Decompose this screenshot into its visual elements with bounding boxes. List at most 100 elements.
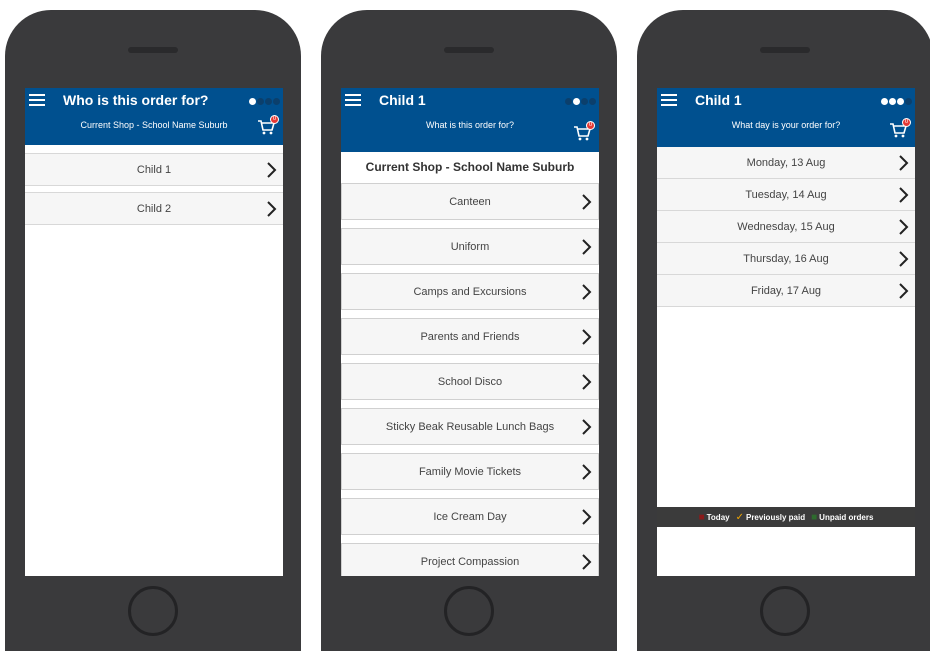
page-title: Child 1 <box>379 92 426 108</box>
cart-count-badge: 0 <box>902 118 911 127</box>
step-dot <box>589 98 596 105</box>
phone-mockup-1: Who is this order for? Current Shop - Sc… <box>5 10 301 651</box>
chevron-right-icon <box>582 508 592 525</box>
home-button[interactable] <box>128 586 178 636</box>
category-row[interactable]: Project Compassion <box>341 543 599 576</box>
step-indicator <box>249 98 280 105</box>
hamburger-icon[interactable] <box>345 94 361 107</box>
step-indicator <box>565 98 596 105</box>
screen-what-is-order-for: Child 1 What is this order for? 0 Curren… <box>341 88 599 576</box>
phone-mockup-2: Child 1 What is this order for? 0 Curren… <box>321 10 617 651</box>
day-row[interactable]: Tuesday, 14 Aug <box>657 179 915 211</box>
child-name: Child 2 <box>136 202 172 215</box>
category-row[interactable]: Ice Cream Day <box>341 498 599 535</box>
chevron-right-icon <box>582 193 592 210</box>
category-label: Canteen <box>449 195 491 208</box>
phone-speaker <box>444 47 494 53</box>
step-dot <box>265 98 272 105</box>
day-label: Friday, 17 Aug <box>750 284 822 297</box>
screen-who-is-order-for: Who is this order for? Current Shop - Sc… <box>25 88 283 576</box>
hamburger-icon[interactable] <box>29 94 45 107</box>
step-dot <box>897 98 904 105</box>
category-label: Ice Cream Day <box>433 510 507 523</box>
step-dot <box>565 98 572 105</box>
legend-paid: ✓ Previously paid <box>736 512 806 523</box>
category-row[interactable]: Sticky Beak Reusable Lunch Bags <box>341 408 599 445</box>
chevron-right-icon <box>899 282 909 299</box>
home-button[interactable] <box>444 586 494 636</box>
chevron-right-icon <box>582 328 592 345</box>
category-row[interactable]: School Disco <box>341 363 599 400</box>
category-row[interactable]: Camps and Excursions <box>341 273 599 310</box>
shopping-cart-icon[interactable]: 0 <box>889 118 911 139</box>
hamburger-icon[interactable] <box>661 94 677 107</box>
shopping-cart-icon[interactable]: 0 <box>573 121 595 142</box>
category-row[interactable]: Canteen <box>341 183 599 220</box>
chevron-right-icon <box>582 418 592 435</box>
app-bar: Child 1 What day is your order for? 0 <box>657 88 915 147</box>
unpaid-marker-icon: ■ <box>811 511 818 523</box>
app-bar: Who is this order for? Current Shop - Sc… <box>25 88 283 145</box>
cart-count-badge: 0 <box>270 115 279 124</box>
day-row[interactable]: Friday, 17 Aug <box>657 275 915 307</box>
chevron-right-icon <box>582 238 592 255</box>
app-bar: Child 1 What is this order for? 0 <box>341 88 599 152</box>
step-dot <box>249 98 256 105</box>
phone-mockup-3: Child 1 What day is your order for? 0 Mo… <box>637 10 930 651</box>
cart-count-badge: 0 <box>586 121 595 130</box>
category-label: Uniform <box>450 240 490 253</box>
step-dot <box>257 98 264 105</box>
legend-unpaid: ■ Unpaid orders <box>811 512 873 523</box>
step-dot <box>573 98 580 105</box>
calendar-legend: ■ Today ✓ Previously paid ■ Unpaid orders <box>657 507 915 527</box>
child-row[interactable]: Child 2 <box>25 192 283 225</box>
category-row[interactable]: Parents and Friends <box>341 318 599 355</box>
step-dot <box>273 98 280 105</box>
category-label: Family Movie Tickets <box>418 465 522 478</box>
chevron-right-icon <box>899 186 909 203</box>
chevron-right-icon <box>582 373 592 390</box>
category-label: School Disco <box>437 375 503 388</box>
category-label: Camps and Excursions <box>413 285 527 298</box>
day-label: Wednesday, 15 Aug <box>737 220 835 233</box>
child-row[interactable]: Child 1 <box>25 153 283 186</box>
day-row[interactable]: Wednesday, 15 Aug <box>657 211 915 243</box>
page-subtitle: What is this order for? <box>425 120 515 130</box>
chevron-right-icon <box>899 218 909 235</box>
day-label: Tuesday, 14 Aug <box>745 188 827 201</box>
step-dot <box>905 98 912 105</box>
legend-today: ■ Today <box>699 512 730 523</box>
chevron-right-icon <box>267 200 277 217</box>
page-title: Child 1 <box>695 92 742 108</box>
chevron-right-icon <box>582 463 592 480</box>
chevron-right-icon <box>899 154 909 171</box>
day-label: Monday, 13 Aug <box>746 156 826 169</box>
page-title: Who is this order for? <box>63 92 209 108</box>
category-row[interactable]: Family Movie Tickets <box>341 453 599 490</box>
today-marker-icon: ■ <box>698 511 705 523</box>
step-dot <box>581 98 588 105</box>
shop-heading: Current Shop - School Name Suburb <box>341 152 599 183</box>
shopping-cart-icon[interactable]: 0 <box>257 115 279 136</box>
page-subtitle: Current Shop - School Name Suburb <box>80 120 228 130</box>
legend-unpaid-label: Unpaid orders <box>819 512 874 522</box>
day-list: Monday, 13 Aug Tuesday, 14 Aug Wednesday… <box>657 147 915 307</box>
step-dot <box>889 98 896 105</box>
home-button[interactable] <box>760 586 810 636</box>
day-label: Thursday, 16 Aug <box>743 252 829 265</box>
legend-today-label: Today <box>706 512 730 522</box>
step-indicator <box>881 98 912 105</box>
category-row[interactable]: Uniform <box>341 228 599 265</box>
category-label: Parents and Friends <box>420 330 520 343</box>
day-row[interactable]: Monday, 13 Aug <box>657 147 915 179</box>
chevron-right-icon <box>582 553 592 570</box>
day-row[interactable]: Thursday, 16 Aug <box>657 243 915 275</box>
category-list: Canteen Uniform Camps and Excursions Par… <box>341 183 599 576</box>
phone-speaker <box>128 47 178 53</box>
screen-what-day: Child 1 What day is your order for? 0 Mo… <box>657 88 915 576</box>
page-subtitle: What day is your order for? <box>731 120 841 130</box>
legend-paid-label: Previously paid <box>745 512 806 522</box>
child-name: Child 1 <box>136 163 172 176</box>
chevron-right-icon <box>582 283 592 300</box>
chevron-right-icon <box>899 250 909 267</box>
